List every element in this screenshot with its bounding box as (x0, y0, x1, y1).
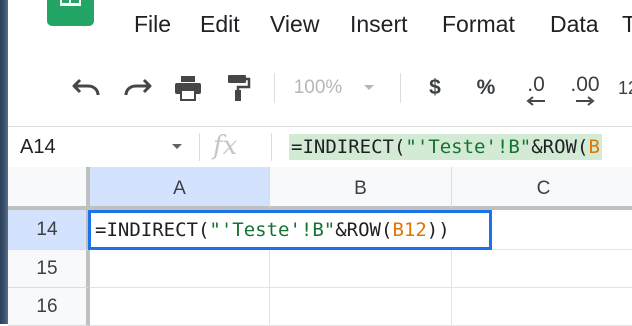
row-header-15[interactable]: 15 (8, 250, 90, 288)
arrow-right-icon (576, 96, 595, 106)
column-header-b[interactable]: B (270, 167, 452, 210)
cell-c16[interactable] (452, 288, 632, 326)
increase-decimal-label: .00 (570, 73, 600, 96)
cell-b15[interactable] (270, 250, 452, 288)
formula-function-token: &ROW( (335, 219, 393, 241)
percent-format-button[interactable]: % (473, 62, 499, 114)
formula-function-token: =INDIRECT( (291, 136, 406, 158)
zoom-select[interactable]: 100% (290, 62, 380, 114)
cell-b16[interactable] (270, 288, 452, 326)
chevron-down-icon (364, 85, 375, 90)
paint-format-icon (228, 75, 251, 101)
toolbar-divider (274, 73, 275, 103)
cell-a16[interactable] (90, 288, 270, 326)
menu-insert[interactable]: Insert (350, 6, 408, 42)
menu-tools-truncated[interactable]: T (622, 6, 632, 42)
column-header-c[interactable]: C (452, 167, 632, 210)
redo-icon (124, 78, 152, 96)
formula-string-token: "'Teste'!B" (405, 136, 532, 158)
toolbar-divider (400, 73, 401, 103)
spreadsheet-grid: A B C 14 15 16 =INDIRECT("'Teste'!B"&ROW… (8, 167, 632, 326)
window-edge (0, 0, 8, 324)
formula-function-token: &ROW( (531, 136, 589, 158)
print-button[interactable] (168, 62, 208, 114)
fx-icon: fx (213, 131, 238, 161)
arrow-left-icon (526, 96, 545, 106)
column-header-a[interactable]: A (90, 167, 270, 210)
undo-button[interactable] (66, 62, 106, 114)
zoom-value: 100% (293, 77, 343, 98)
row-header-16[interactable]: 16 (8, 288, 90, 326)
decrease-decimal-button[interactable]: .0 (518, 62, 554, 114)
formula-bar: A14 fx =INDIRECT("'Teste'!B"&ROW(B (8, 126, 632, 168)
currency-format-button[interactable]: $ (422, 62, 448, 114)
more-formats-button[interactable]: 12 (618, 62, 632, 114)
divider (271, 133, 272, 161)
menu-edit[interactable]: Edit (200, 6, 240, 42)
decrease-decimal-label: .0 (527, 73, 545, 96)
select-all-corner[interactable] (8, 167, 90, 210)
formula-input[interactable]: =INDIRECT("'Teste'!B"&ROW(B (289, 134, 602, 160)
formula-closing-token: )) (426, 219, 450, 241)
chevron-down-icon[interactable] (171, 143, 183, 151)
increase-decimal-button[interactable]: .00 (564, 62, 606, 114)
row-header-14[interactable]: 14 (8, 210, 90, 250)
cell-c15[interactable] (452, 250, 632, 288)
redo-button[interactable] (118, 62, 158, 114)
divider (199, 133, 200, 161)
formula-string-token: "'Teste'!B" (209, 219, 336, 241)
name-box[interactable]: A14 (20, 127, 56, 167)
paint-format-button[interactable] (220, 62, 256, 114)
formula-reference-token: B (588, 136, 600, 158)
active-cell-editor[interactable]: =INDIRECT("'Teste'!B"&ROW(B12)) (88, 210, 492, 250)
formula-function-token: =INDIRECT( (95, 219, 210, 241)
toolbar: 100% $ % .0 .00 12 (8, 62, 632, 114)
menu-format[interactable]: Format (442, 6, 515, 42)
formula-reference-token: B12 (392, 219, 427, 241)
print-icon (175, 76, 201, 101)
menu-data[interactable]: Data (550, 6, 599, 42)
menu-view[interactable]: View (270, 6, 319, 42)
undo-icon (72, 78, 100, 96)
cell-a15[interactable] (90, 250, 270, 288)
menu-bar: File Edit View Insert Format Data T (0, 6, 632, 42)
menu-file[interactable]: File (134, 6, 171, 42)
